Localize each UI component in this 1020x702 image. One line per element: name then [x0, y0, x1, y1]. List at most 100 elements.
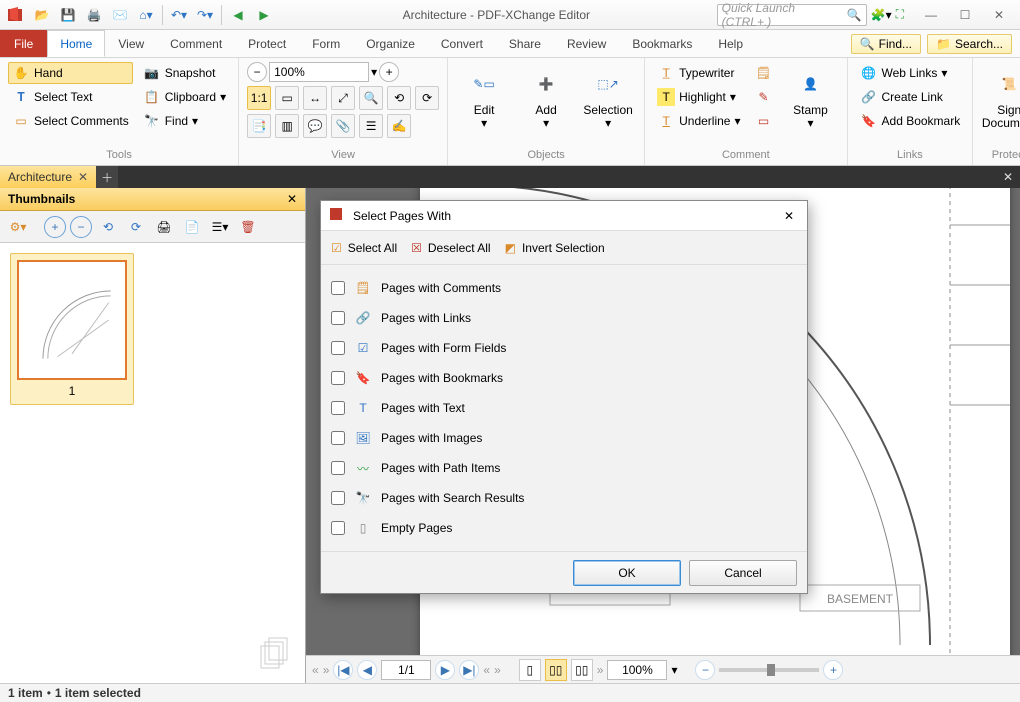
undo-icon[interactable]: ↶▾	[167, 3, 191, 27]
document-tab-close-icon[interactable]: ✕	[78, 170, 88, 184]
ok-button[interactable]: OK	[573, 560, 681, 586]
open-icon[interactable]: 📂	[30, 3, 54, 27]
zoom-input[interactable]	[269, 62, 369, 82]
last-page-button[interactable]: ▶|	[459, 660, 479, 680]
page-input[interactable]	[381, 660, 431, 680]
checkbox-comments[interactable]	[331, 281, 345, 295]
rotate-left-icon[interactable]: ⟲	[96, 215, 120, 239]
sticky-note-button[interactable]: 🗒	[751, 62, 777, 84]
checkbox-form[interactable]	[331, 341, 345, 355]
thumbnails-close-icon[interactable]: ✕	[287, 192, 297, 206]
zoom-selection-button[interactable]: 🔍	[359, 86, 383, 110]
row-text[interactable]: TPages with Text	[331, 393, 797, 423]
tab-review[interactable]: Review	[554, 30, 619, 57]
snapshot-tool[interactable]: 📷Snapshot	[139, 62, 230, 84]
minimize-button[interactable]: —	[914, 3, 948, 27]
fit-icon[interactable]: ⛶	[896, 7, 904, 22]
cancel-button[interactable]: Cancel	[689, 560, 797, 586]
signatures-pane-button[interactable]: ✍	[387, 114, 411, 138]
extract-icon[interactable]: 📄	[180, 215, 204, 239]
prev-page-button[interactable]: ◀	[357, 660, 377, 680]
thumb-zoom-in-icon[interactable]: +	[44, 216, 66, 238]
hand-tool[interactable]: ✋Hand	[8, 62, 133, 84]
clipboard-tool[interactable]: 📋Clipboard ▾	[139, 86, 230, 108]
ui-options-icon[interactable]: 🧩▾	[871, 8, 892, 22]
properties-icon[interactable]: ☰▾	[208, 215, 232, 239]
print-thumbs-icon[interactable]: 🖨	[152, 215, 176, 239]
add-bookmark-button[interactable]: 🔖Add Bookmark	[856, 110, 965, 132]
add-button[interactable]: ➕Add▾	[518, 62, 574, 130]
two-page-button[interactable]: ▯▯	[571, 659, 593, 681]
zoom-dropdown-icon-2[interactable]: ▾	[671, 663, 677, 677]
sign-document-button[interactable]: 📜 SignDocument	[981, 62, 1020, 130]
continuous-button[interactable]: ▯▯	[545, 659, 567, 681]
zoom-dropdown-icon[interactable]: ▾	[371, 65, 377, 79]
tab-form[interactable]: Form	[299, 30, 353, 57]
checkbox-text[interactable]	[331, 401, 345, 415]
first-page-button[interactable]: |◀	[333, 660, 353, 680]
fit-visible-button[interactable]: ⤢	[331, 86, 355, 110]
zoom-in-icon[interactable]: +	[823, 660, 843, 680]
selection-button[interactable]: ⬚↗Selection▾	[580, 62, 636, 130]
first-doc-icon[interactable]: «	[312, 663, 319, 677]
edit-button[interactable]: ✎▭Edit▾	[456, 62, 512, 130]
rotate-right-icon[interactable]: ⟳	[124, 215, 148, 239]
row-form-fields[interactable]: ☑Pages with Form Fields	[331, 333, 797, 363]
tab-share[interactable]: Share	[496, 30, 554, 57]
tab-help[interactable]: Help	[705, 30, 756, 57]
tab-home[interactable]: Home	[47, 30, 105, 57]
zoom-out-button[interactable]: −	[247, 62, 267, 82]
row-comments[interactable]: 🗒Pages with Comments	[331, 273, 797, 303]
select-all-button[interactable]: ☑Select All	[331, 241, 397, 255]
web-links-button[interactable]: 🌐Web Links ▾	[856, 62, 965, 84]
close-button[interactable]: ✕	[982, 3, 1016, 27]
checkbox-images[interactable]	[331, 431, 345, 445]
new-tab-button[interactable]: ＋	[96, 166, 118, 188]
app-icon[interactable]	[4, 3, 28, 27]
find-tool[interactable]: 🔭Find ▾	[139, 110, 230, 132]
save-icon[interactable]: 💾	[56, 3, 80, 27]
zoom-slider[interactable]	[719, 668, 819, 672]
prev-view-icon[interactable]: «	[483, 663, 490, 677]
fields-pane-button[interactable]: ☰	[359, 114, 383, 138]
close-all-tabs-button[interactable]: ✕	[996, 166, 1020, 188]
row-images[interactable]: 🖼Pages with Images	[331, 423, 797, 453]
rotate-ccw-button[interactable]: ⟲	[387, 86, 411, 110]
row-empty[interactable]: ▯Empty Pages	[331, 513, 797, 543]
checkbox-bookmarks[interactable]	[331, 371, 345, 385]
options-icon[interactable]: ⚙▾	[6, 215, 30, 239]
invert-selection-button[interactable]: ◩Invert Selection	[505, 241, 605, 255]
forward-icon[interactable]: ▶	[252, 3, 276, 27]
stamp-button[interactable]: 👤Stamp▾	[783, 62, 839, 130]
highlight-button[interactable]: THighlight▾	[653, 86, 744, 108]
document-tab[interactable]: Architecture ✕	[0, 166, 96, 188]
bookmarks-pane-button[interactable]: 📑	[247, 114, 271, 138]
back-icon[interactable]: ◀	[226, 3, 250, 27]
pencil-button[interactable]: ✎	[751, 86, 777, 108]
page-layout-more-icon[interactable]: »	[597, 663, 604, 677]
next-page-button[interactable]: ▶	[435, 660, 455, 680]
redo-icon[interactable]: ↷▾	[193, 3, 217, 27]
next-view-icon[interactable]: »	[494, 663, 501, 677]
prev-doc-icon[interactable]: »	[323, 663, 330, 677]
tab-protect[interactable]: Protect	[235, 30, 299, 57]
checkbox-path[interactable]	[331, 461, 345, 475]
fit-width-button[interactable]: ↔	[303, 86, 327, 110]
zoom-out-icon[interactable]: −	[695, 660, 715, 680]
create-link-button[interactable]: 🔗Create Link	[856, 86, 965, 108]
tab-bookmarks[interactable]: Bookmarks	[619, 30, 705, 57]
single-page-button[interactable]: ▯	[519, 659, 541, 681]
checkbox-search[interactable]	[331, 491, 345, 505]
select-text-tool[interactable]: 𝐓Select Text	[8, 86, 133, 108]
dialog-close-icon[interactable]: ✕	[779, 209, 799, 223]
typewriter-button[interactable]: T̲Typewriter	[653, 62, 744, 84]
checkbox-empty[interactable]	[331, 521, 345, 535]
tab-view[interactable]: View	[105, 30, 157, 57]
checkbox-links[interactable]	[331, 311, 345, 325]
print-icon[interactable]: 🖨️	[82, 3, 106, 27]
deselect-all-button[interactable]: ☒Deselect All	[411, 241, 490, 255]
scan-icon[interactable]: ⌂▾	[134, 3, 158, 27]
thumbnails-body[interactable]: 1	[0, 243, 305, 683]
tab-convert[interactable]: Convert	[428, 30, 496, 57]
underline-button[interactable]: TUnderline▾	[653, 110, 744, 132]
